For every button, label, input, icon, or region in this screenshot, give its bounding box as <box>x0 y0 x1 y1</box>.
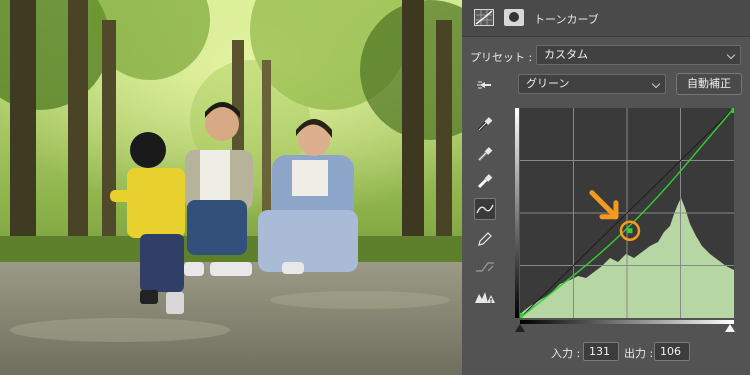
white-point-slider[interactable] <box>725 324 735 332</box>
input-label: 入力 : <box>551 347 581 360</box>
panel-title: トーンカーブ <box>534 13 599 26</box>
curve-endpoint-white[interactable] <box>731 108 735 113</box>
preset-label: プリセット : <box>470 51 533 64</box>
input-gradient-bar <box>520 320 734 324</box>
output-label: 出力 : <box>624 347 654 360</box>
input-field[interactable]: 131 <box>583 342 619 361</box>
black-point-slider[interactable] <box>515 324 525 332</box>
curve-endpoint-black[interactable] <box>520 313 523 318</box>
preset-value: カスタム <box>544 48 588 61</box>
white-point-eyedropper-icon[interactable] <box>474 170 496 192</box>
black-point-eyedropper-icon[interactable] <box>474 113 496 135</box>
curve-graph[interactable] <box>520 108 734 318</box>
app-window: トーンカーブ プリセット : カスタム グリーン 自動補正 入力: 131 出… <box>0 0 750 375</box>
panel-header: トーンカーブ <box>462 0 750 37</box>
properties-panel: トーンカーブ プリセット : カスタム グリーン 自動補正 入力: 131 出… <box>462 0 750 375</box>
channel-select[interactable]: グリーン <box>518 74 666 94</box>
channel-value: グリーン <box>526 77 570 90</box>
gray-point-eyedropper-icon[interactable] <box>474 143 496 165</box>
curve-control-point[interactable] <box>627 228 633 234</box>
target-adjust-icon[interactable] <box>474 74 496 96</box>
clipping-warning-icon[interactable] <box>474 286 496 308</box>
chevron-down-icon <box>726 50 736 60</box>
curves-adjustment-icon[interactable] <box>474 9 494 26</box>
pencil-draw-icon[interactable] <box>474 228 496 250</box>
layer-mask-icon[interactable] <box>504 9 524 26</box>
output-field[interactable]: 106 <box>654 342 690 361</box>
chevron-down-icon <box>651 79 661 89</box>
preset-select[interactable]: カスタム <box>536 45 741 65</box>
smooth-curve-icon[interactable] <box>474 256 496 278</box>
image-canvas[interactable] <box>0 0 462 375</box>
auto-button[interactable]: 自動補正 <box>676 73 742 95</box>
output-gradient-bar <box>515 108 519 318</box>
curve-edit-icon[interactable] <box>474 198 496 220</box>
family-photo <box>0 0 462 375</box>
